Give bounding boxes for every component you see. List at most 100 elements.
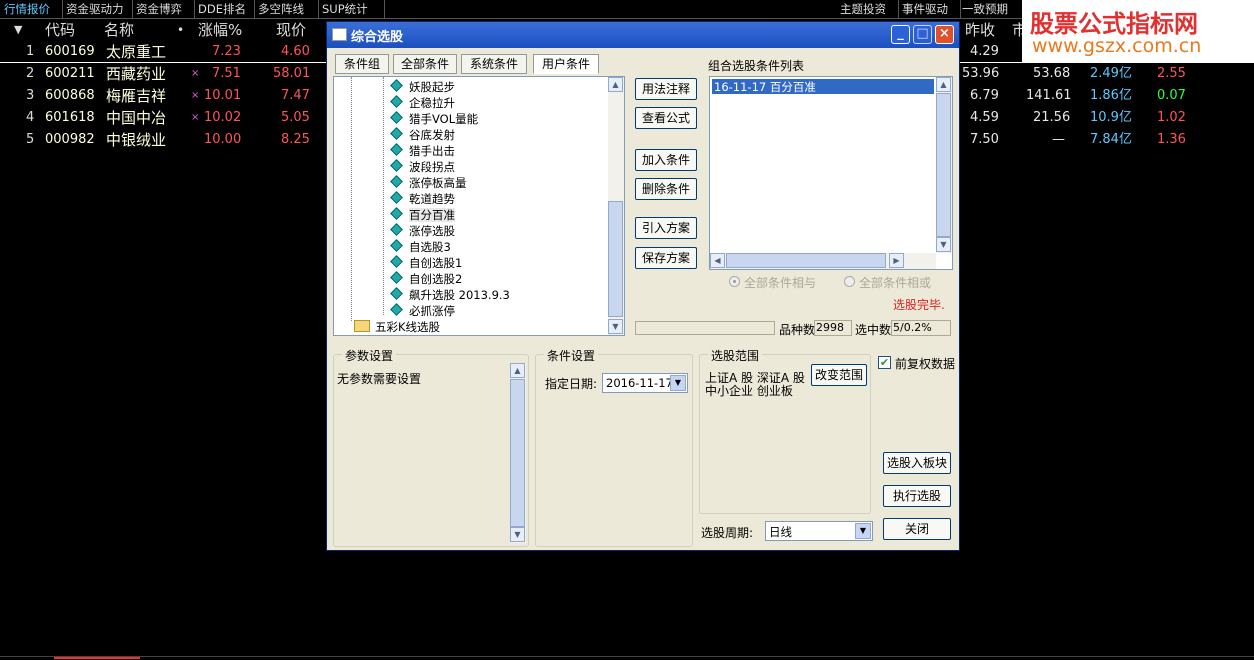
formula-icon: [390, 223, 403, 236]
view-formula-button[interactable]: 查看公式: [635, 107, 697, 129]
scroll-thumb[interactable]: [726, 253, 886, 268]
and-radio[interactable]: [729, 276, 740, 287]
tree-item[interactable]: 自选股3: [390, 239, 451, 255]
scroll-up-icon[interactable]: ▲: [608, 77, 623, 92]
price: 4.60: [281, 44, 310, 59]
col-amount: 10.9亿: [1090, 110, 1132, 125]
list-vscrollbar[interactable]: ▲ ▼: [936, 77, 952, 253]
list-hscrollbar[interactable]: ◀ ▶: [710, 253, 936, 269]
tree-scrollbar[interactable]: ▲ ▼: [608, 77, 624, 335]
tree-item[interactable]: 波段拐点: [390, 159, 455, 175]
tree-item[interactable]: 乾道趋势: [390, 191, 455, 207]
tree-item[interactable]: 涨停板高量: [390, 175, 467, 191]
tab-long-short[interactable]: 多空阵线: [254, 0, 319, 18]
tab-event-drive[interactable]: 事件驱动: [898, 0, 961, 18]
dialog-titlebar[interactable]: 综合选股 _ □ ×: [327, 22, 959, 48]
progress-bar: [635, 321, 775, 335]
count-value: 2998: [816, 321, 844, 334]
stock-code: 600868: [45, 88, 95, 103]
close-button[interactable]: 关闭: [883, 518, 951, 540]
stock-name: 中国中冶: [106, 109, 167, 127]
tab-capital-game[interactable]: 资金博弈: [132, 0, 195, 18]
tree-item-selected[interactable]: 百分百准: [390, 207, 455, 223]
header-prevclose[interactable]: 昨收: [965, 19, 995, 41]
tab-sup-stats[interactable]: SUP统计: [318, 0, 385, 18]
scroll-down-icon[interactable]: ▼: [510, 527, 525, 542]
tree-item[interactable]: 涨停选股: [390, 223, 455, 239]
or-radio[interactable]: [844, 276, 855, 287]
tab-capital-drive[interactable]: 资金驱动力: [62, 0, 133, 18]
tab-condition-group[interactable]: 条件组: [335, 54, 389, 74]
param-scrollbar[interactable]: ▲ ▼: [510, 363, 526, 543]
col-value-1: —: [1052, 132, 1065, 147]
tree-item[interactable]: 猎手VOL量能: [390, 111, 478, 127]
chevron-down-icon[interactable]: ▼: [670, 375, 686, 391]
scroll-left-icon[interactable]: ◀: [710, 253, 725, 268]
scroll-up-icon[interactable]: ▲: [936, 77, 951, 92]
stock-code: 000982: [45, 132, 95, 147]
header-change[interactable]: 涨幅%: [198, 19, 242, 41]
tab-dde-rank[interactable]: DDE排名: [194, 0, 255, 18]
col-value-1: 141.61: [1026, 88, 1072, 103]
adjusted-data-checkbox[interactable]: ✔: [878, 356, 891, 369]
execute-screen-button[interactable]: 执行选股: [883, 485, 951, 507]
stock-code: 600211: [45, 66, 95, 81]
combo-condition-list[interactable]: 16-11-17 百分百准 ▲ ▼ ◀ ▶: [709, 76, 953, 270]
close-icon[interactable]: ×: [935, 25, 954, 44]
date-picker[interactable]: 2016-11-17 ▼: [602, 373, 688, 393]
header-code[interactable]: 代码: [45, 19, 75, 41]
condition-tree[interactable]: 妖股起步 企稳拉升 猎手VOL量能 谷底发射 猎手出击 波段拐点 涨停板高量 乾…: [333, 76, 625, 336]
tab-user-conditions[interactable]: 用户条件: [533, 54, 599, 74]
tab-system-conditions[interactable]: 系统条件: [461, 54, 527, 74]
col-value-3: 1.02: [1157, 110, 1186, 125]
add-condition-button[interactable]: 加入条件: [635, 149, 697, 171]
scroll-down-icon[interactable]: ▼: [608, 319, 623, 334]
watermark-url: www.gszx.com.cn: [1032, 35, 1202, 57]
prev-close: 53.96: [962, 66, 1000, 81]
save-plan-button[interactable]: 保存方案: [635, 247, 697, 269]
tab-consensus[interactable]: 一致预期: [958, 0, 1023, 18]
change-range-button[interactable]: 改变范围: [811, 364, 867, 386]
tree-item[interactable]: 自创选股2: [390, 271, 462, 287]
add-to-block-button[interactable]: 选股入板块: [883, 452, 951, 474]
row-index: 2: [26, 66, 35, 81]
tree-folder[interactable]: 五彩K线选股: [354, 319, 440, 335]
col-amount: 1.86亿: [1090, 88, 1132, 103]
range-line-2: 中小企业 创业板: [705, 384, 793, 398]
tree-item[interactable]: 妖股起步: [390, 79, 455, 95]
scroll-up-icon[interactable]: ▲: [510, 363, 525, 378]
usage-notes-button[interactable]: 用法注释: [635, 78, 697, 100]
tab-theme-invest[interactable]: 主题投资: [836, 0, 899, 18]
scroll-thumb[interactable]: [510, 379, 525, 527]
scroll-thumb[interactable]: [608, 201, 623, 317]
tab-quotes[interactable]: 行情报价: [0, 0, 63, 18]
import-plan-button[interactable]: 引入方案: [635, 217, 697, 239]
row-index: 5: [26, 132, 35, 147]
header-name[interactable]: 名称: [104, 19, 134, 41]
row-index: 1: [26, 44, 35, 59]
tree-item[interactable]: 猎手出击: [390, 143, 455, 159]
tab-all-conditions[interactable]: 全部条件: [393, 54, 457, 74]
delete-condition-button[interactable]: 删除条件: [635, 178, 697, 200]
header-price[interactable]: 现价: [276, 19, 306, 41]
tree-item[interactable]: 谷底发射: [390, 127, 455, 143]
change-pct: 7.51: [212, 66, 241, 81]
tree-item[interactable]: 飙升选股 2013.9.3: [390, 287, 510, 303]
period-select[interactable]: 日线 ▼: [765, 521, 873, 541]
tree-item[interactable]: 企稳拉升: [390, 95, 455, 111]
scroll-down-icon[interactable]: ▼: [936, 237, 951, 252]
row-mark: ×: [191, 68, 200, 79]
param-text: 无参数需要设置: [337, 372, 422, 386]
maximize-icon: □: [913, 25, 932, 44]
selected-value-box: 5/0.2%: [891, 320, 951, 336]
tree-item[interactable]: 必抓涨停: [390, 303, 455, 319]
minimize-icon[interactable]: _: [891, 25, 910, 44]
scroll-thumb[interactable]: [936, 93, 951, 237]
sort-arrow-icon[interactable]: ▼: [14, 19, 22, 41]
range-group: 选股范围 上证A 股 深证A 股 中小企业 创业板 改变范围: [699, 347, 871, 514]
scroll-right-icon[interactable]: ▶: [889, 253, 904, 268]
chevron-down-icon[interactable]: ▼: [855, 523, 871, 539]
change-pct: 10.02: [204, 110, 242, 125]
prev-close: 6.79: [970, 88, 999, 103]
tree-item[interactable]: 自创选股1: [390, 255, 462, 271]
